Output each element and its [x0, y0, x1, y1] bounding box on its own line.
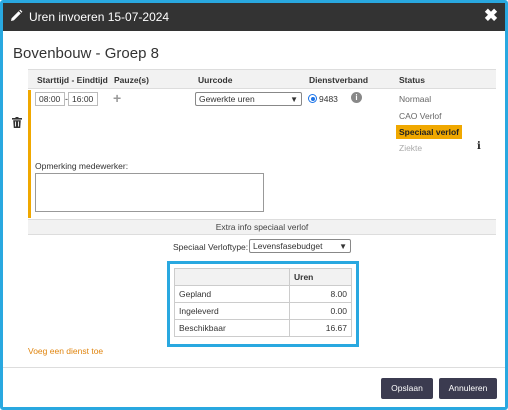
row-accent-bar	[28, 90, 31, 218]
cancel-button[interactable]: Annuleren	[439, 378, 497, 399]
column-header-dienstverband: Dienstverband	[309, 75, 369, 85]
row-value: 8.00	[289, 285, 352, 303]
uren-table: Uren Gepland 8.00 Ingeleverd 0.00 Beschi…	[174, 268, 352, 337]
status-info-icon[interactable]: i	[477, 141, 481, 152]
table-header-uren: Uren	[289, 268, 352, 286]
column-header-time: Starttijd - Eindtijd	[37, 75, 108, 85]
table-row: Ingeleverd 0.00	[174, 302, 352, 320]
save-button[interactable]: Opslaan	[381, 378, 433, 399]
status-normaal[interactable]: Normaal	[399, 94, 431, 104]
add-pause-icon[interactable]: +	[113, 90, 121, 106]
verloftype-label: Speciaal Verloftype:	[173, 242, 249, 252]
status-speciaal-verlof[interactable]: Speciaal verlof	[396, 125, 463, 139]
start-time-input[interactable]: 08:00	[35, 92, 65, 106]
grid-header: Starttijd - Eindtijd Pauze(s) Uurcode Di…	[28, 69, 496, 89]
chevron-down-icon: ▼	[339, 242, 347, 251]
footer-divider	[3, 367, 505, 368]
table-row: Gepland 8.00	[174, 285, 352, 303]
remark-label: Opmerking medewerker:	[35, 161, 129, 171]
dienstverband-number: 9483	[319, 94, 338, 104]
table-header-row: Uren	[174, 268, 352, 286]
table-row: Beschikbaar 16.67	[174, 319, 352, 337]
add-dienst-link[interactable]: Voeg een dienst toe	[28, 346, 103, 356]
uurcode-selected: Gewerkte uren	[199, 94, 255, 104]
dienstverband-radio[interactable]	[308, 94, 317, 103]
info-icon[interactable]: i	[351, 92, 362, 103]
pencil-icon	[11, 9, 23, 21]
page-title: Bovenbouw - Groep 8	[13, 45, 159, 62]
row-value: 16.67	[289, 319, 352, 337]
dialog: Uren invoeren 15-07-2024 ✖ Bovenbouw - G…	[0, 0, 508, 410]
row-label: Gepland	[174, 285, 290, 303]
close-icon[interactable]: ✖	[483, 7, 499, 24]
column-header-pause: Pauze(s)	[114, 75, 149, 85]
status-ziekte[interactable]: Ziekte	[399, 143, 422, 153]
table-header-blank	[174, 268, 290, 286]
dialog-titlebar: Uren invoeren 15-07-2024 ✖	[3, 3, 505, 31]
row-value: 0.00	[289, 302, 352, 320]
uurcode-select[interactable]: Gewerkte uren ▼	[195, 92, 302, 106]
column-header-uurcode: Uurcode	[198, 75, 233, 85]
verloftype-selected: Levensfasebudget	[253, 241, 323, 251]
row-label: Ingeleverd	[174, 302, 290, 320]
dialog-title: Uren invoeren 15-07-2024	[29, 10, 170, 24]
extra-info-heading: Extra info speciaal verlof	[28, 219, 496, 235]
chevron-down-icon: ▼	[290, 95, 298, 104]
status-cao-verlof[interactable]: CAO Verlof	[399, 111, 442, 121]
verloftype-select[interactable]: Levensfasebudget ▼	[249, 239, 351, 253]
trash-icon[interactable]	[12, 117, 22, 128]
remark-textarea[interactable]	[35, 173, 264, 212]
column-header-status: Status	[399, 75, 425, 85]
end-time-input[interactable]: 16:00	[68, 92, 98, 106]
row-label: Beschikbaar	[174, 319, 290, 337]
